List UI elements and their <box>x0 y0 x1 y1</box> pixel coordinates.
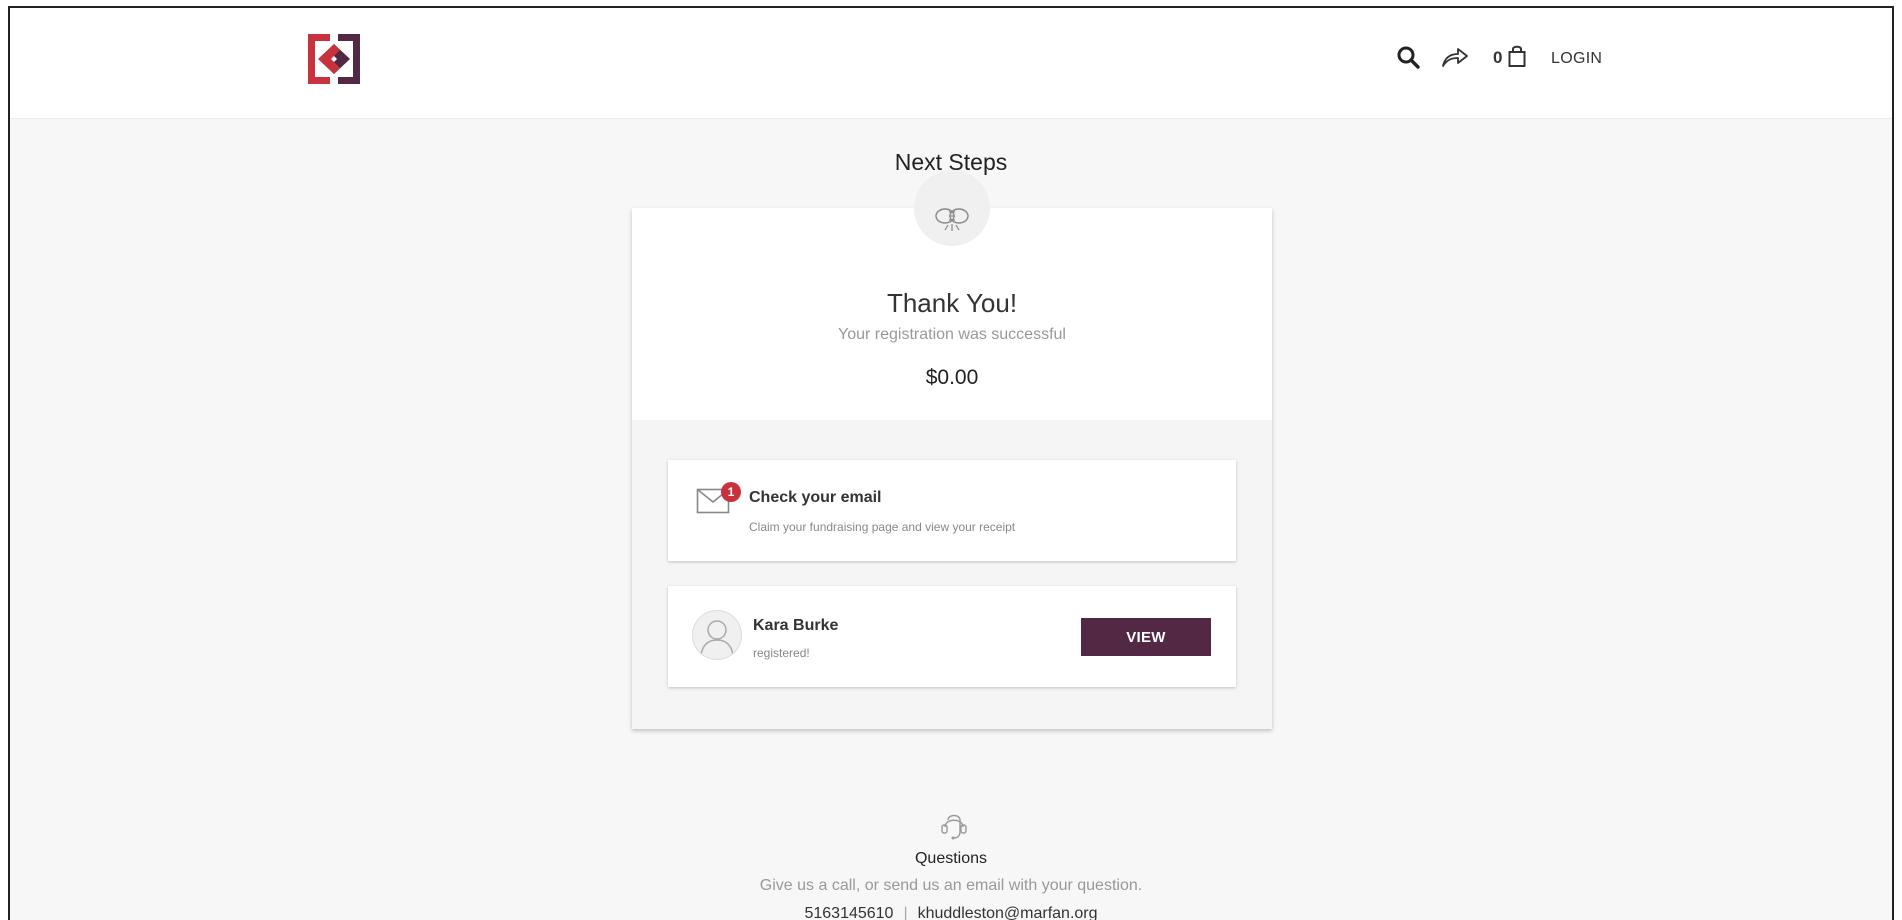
contact-info: 5163145610 | khuddleston@marfan.org <box>10 905 1892 920</box>
avatar <box>692 610 742 660</box>
notification-badge: 1 <box>721 482 741 502</box>
check-email-step[interactable]: 1 Check your email Claim your fundraisin… <box>668 460 1236 561</box>
registrant-name: Kara Burke <box>753 617 839 634</box>
questions-description: Give us a call, or send us an email with… <box>759 877 1143 894</box>
handshake-icon <box>935 208 969 231</box>
login-link[interactable]: LOGIN <box>1551 50 1602 68</box>
browser-viewport: 0 LOGIN Next Steps Thank You! Your regis… <box>8 6 1894 920</box>
registrant-row: Kara Burke registered! VIEW <box>668 586 1236 687</box>
brand-logo[interactable] <box>308 34 360 84</box>
registration-status-text: Your registration was successful <box>838 326 1066 343</box>
search-icon[interactable] <box>1396 45 1420 69</box>
site-header: 0 LOGIN <box>10 8 1892 119</box>
questions-title: Questions <box>914 850 988 867</box>
contact-separator: | <box>903 905 908 920</box>
share-icon[interactable] <box>1441 46 1469 68</box>
headset-icon <box>941 814 967 840</box>
view-button[interactable]: VIEW <box>1081 618 1211 656</box>
shopping-bag-icon[interactable] <box>1508 45 1526 67</box>
thank-you-title: Thank You! <box>886 288 1018 318</box>
phone-link[interactable]: 5163145610 <box>804 905 893 920</box>
confirmation-badge <box>914 170 990 246</box>
confirmation-summary: Thank You! Your registration was success… <box>632 170 1272 420</box>
registrant-status: registered! <box>753 646 810 660</box>
email-link[interactable]: khuddleston@marfan.org <box>918 905 1098 920</box>
confirmation-card: Thank You! Your registration was success… <box>632 170 1272 729</box>
donation-amount: $0.00 <box>925 366 979 389</box>
check-email-title: Check your email <box>749 489 882 506</box>
check-email-subtitle: Claim your fundraising page and view you… <box>749 520 1016 534</box>
cart-count: 0 <box>1493 48 1503 67</box>
user-avatar-icon <box>700 620 734 656</box>
